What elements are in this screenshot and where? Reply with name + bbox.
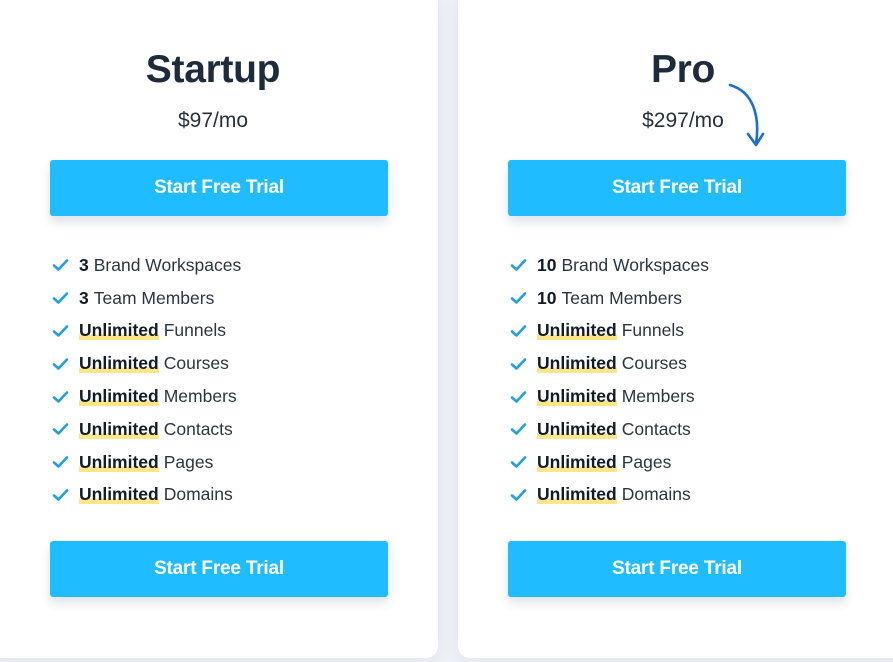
feature-label: Domains — [621, 484, 691, 505]
start-free-trial-button-bottom[interactable]: Start Free Trial — [50, 541, 388, 597]
checkmark-icon — [52, 390, 69, 403]
feature-label: Brand Workspaces — [561, 254, 709, 275]
feature-quantity: Unlimited — [79, 320, 159, 342]
feature-item: Unlimited Contacts — [510, 413, 709, 446]
pricing-card-pro: Pro $297/mo Start Free Trial 10 Brand Wor… — [458, 0, 893, 658]
checkmark-icon — [510, 357, 527, 370]
start-free-trial-button-bottom[interactable]: Start Free Trial — [508, 541, 846, 597]
checkmark-icon — [510, 423, 527, 436]
checkmark-icon — [52, 456, 69, 468]
feature-item: 10 Team Members — [510, 282, 709, 315]
feature-quantity: 3 — [79, 254, 89, 275]
feature-quantity: Unlimited — [537, 484, 617, 506]
feature-label: Members — [621, 386, 695, 407]
feature-item: Unlimited Courses — [52, 347, 241, 380]
feature-label: Courses — [621, 353, 687, 374]
feature-item: Unlimited Contacts — [52, 413, 241, 446]
feature-label: Pages — [163, 451, 214, 472]
feature-quantity: Unlimited — [79, 418, 159, 440]
feature-quantity: Unlimited — [79, 484, 159, 506]
start-free-trial-button-top[interactable]: Start Free Trial — [508, 160, 846, 216]
feature-quantity: Unlimited — [537, 320, 617, 342]
checkmark-icon — [52, 423, 69, 436]
feature-quantity: Unlimited — [537, 451, 617, 473]
feature-quantity: Unlimited — [79, 353, 159, 375]
checkmark-icon — [510, 456, 527, 468]
feature-list: 10 Brand Workspaces 10 Team Members Unlimite… — [510, 249, 709, 511]
checkmark-icon — [52, 325, 69, 337]
feature-item: Unlimited Members — [52, 380, 241, 413]
feature-quantity: Unlimited — [79, 451, 159, 473]
checkmark-icon — [52, 259, 69, 272]
feature-item: Unlimited Courses — [510, 347, 709, 380]
feature-label: Members — [163, 386, 237, 407]
feature-quantity: Unlimited — [537, 418, 617, 440]
feature-item: Unlimited Pages — [510, 446, 709, 479]
feature-item: 3 Team Members — [52, 282, 241, 315]
feature-label: Pages — [621, 451, 672, 472]
feature-item: Unlimited Funnels — [510, 315, 709, 348]
checkmark-icon — [510, 259, 527, 272]
plan-title: Pro — [650, 48, 716, 91]
feature-label: Brand Workspaces — [93, 254, 242, 275]
plan-title: Startup — [145, 48, 281, 91]
feature-item: Unlimited Domains — [510, 479, 709, 512]
pricing-card-startup: Startup $97/mo Start Free Trial 3 Brand W… — [0, 0, 438, 658]
checkmark-icon — [52, 357, 69, 370]
feature-item: Unlimited Pages — [52, 446, 241, 479]
feature-item: Unlimited Funnels — [52, 315, 241, 348]
feature-list: 3 Brand Workspaces 3 Team Members Unlimited F… — [52, 249, 241, 511]
feature-item: Unlimited Members — [510, 380, 709, 413]
checkmark-icon — [510, 489, 527, 501]
plan-price: $97/mo — [177, 109, 249, 132]
feature-quantity: 10 — [537, 287, 557, 308]
checkmark-icon — [510, 325, 527, 337]
plan-price: $297/mo — [642, 109, 724, 132]
feature-label: Funnels — [163, 320, 226, 341]
feature-quantity: Unlimited — [537, 353, 617, 375]
feature-item: Unlimited Domains — [52, 479, 241, 512]
checkmark-icon — [52, 489, 69, 501]
feature-label: Courses — [163, 353, 229, 374]
checkmark-icon — [510, 292, 527, 304]
feature-label: Funnels — [621, 320, 684, 341]
feature-label: Team Members — [93, 287, 215, 308]
feature-label: Domains — [163, 484, 233, 505]
feature-quantity: 3 — [79, 287, 89, 308]
checkmark-icon — [510, 390, 527, 403]
checkmark-icon — [52, 292, 69, 304]
feature-quantity: Unlimited — [79, 386, 159, 408]
start-free-trial-button-top[interactable]: Start Free Trial — [50, 160, 388, 216]
feature-quantity: Unlimited — [537, 386, 617, 408]
feature-item: 3 Brand Workspaces — [52, 249, 241, 282]
feature-quantity: 10 — [537, 254, 557, 275]
feature-label: Team Members — [561, 287, 683, 308]
feature-label: Contacts — [621, 418, 691, 439]
feature-label: Contacts — [163, 418, 233, 439]
feature-item: 10 Brand Workspaces — [510, 249, 709, 282]
pricing-section: Startup $97/mo Start Free Trial 3 Brand W… — [0, 0, 893, 662]
